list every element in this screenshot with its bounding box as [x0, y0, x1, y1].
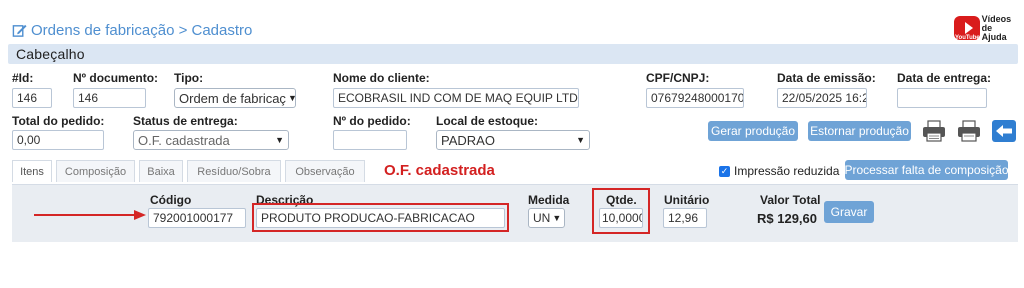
tab-write-off[interactable]: Baixa: [139, 160, 183, 182]
generate-production-button[interactable]: Gerar produção: [708, 121, 798, 141]
quantity-field[interactable]: 10,0000: [599, 208, 643, 228]
edit-icon: [12, 24, 27, 37]
total-value: R$ 129,60: [757, 211, 817, 226]
status-text: O.F. cadastrada: [384, 162, 495, 179]
back-arrow-icon[interactable]: [992, 120, 1016, 142]
client-name-field[interactable]: ECOBRASIL IND COM DE MAQ EQUIP LTDA: [333, 88, 579, 108]
section-title: Cabeçalho: [16, 46, 85, 62]
tab-observation[interactable]: Observação: [285, 160, 365, 182]
doc-number-field[interactable]: 146: [73, 88, 146, 108]
cpf-cnpj-field[interactable]: 07679248000170: [646, 88, 744, 108]
section-header-bar: [8, 44, 1018, 64]
tab-items[interactable]: Itens: [12, 160, 52, 182]
cpf-cnpj-label: CPF/CNPJ:: [646, 71, 710, 85]
unit-price-label: Unitário: [664, 193, 710, 207]
unit-price-field[interactable]: 12,96: [663, 208, 707, 228]
help-videos-label: Vídeos de Ajuda: [981, 13, 1012, 42]
unit-label: Medida: [528, 193, 570, 207]
order-total-label: Total do pedido:: [12, 114, 105, 128]
unit-select-value: UN: [533, 211, 551, 225]
print-reduced-icon[interactable]: [957, 120, 981, 142]
type-select[interactable]: Ordem de fabricaç ▼: [174, 88, 296, 108]
total-value-label: Valor Total: [760, 193, 821, 207]
stock-location-value: PADRAO: [441, 132, 495, 148]
type-select-value: Ordem de fabricaç: [179, 90, 286, 106]
type-label: Tipo:: [174, 71, 204, 85]
tab-composition[interactable]: Composição: [56, 160, 135, 182]
doc-number-label: Nº documento:: [73, 71, 159, 85]
client-name-label: Nome do cliente:: [333, 71, 430, 85]
code-label: Código: [150, 193, 192, 207]
reverse-production-button[interactable]: Estornar produção: [808, 121, 911, 141]
delivery-date-field[interactable]: [897, 88, 987, 108]
help-videos-link[interactable]: YouTube Vídeos de Ajuda: [954, 14, 1016, 42]
chevron-down-icon: ▼: [275, 135, 284, 145]
tab-residue[interactable]: Resíduo/Sobra: [187, 160, 281, 182]
reduced-print-label: Impressão reduzida: [734, 164, 840, 178]
breadcrumb-text[interactable]: Ordens de fabricação > Cadastro: [31, 22, 252, 39]
save-button[interactable]: Gravar: [824, 201, 874, 223]
unit-select[interactable]: UN ▼: [528, 208, 565, 228]
id-field[interactable]: 146: [12, 88, 52, 108]
print-icon[interactable]: [922, 120, 946, 142]
youtube-icon: YouTube: [954, 16, 980, 41]
code-field[interactable]: 792001000177: [148, 208, 246, 228]
delivery-status-label: Status de entrega:: [133, 114, 238, 128]
annotation-arrow-icon: [34, 210, 146, 220]
stock-location-select[interactable]: PADRAO ▼: [436, 130, 590, 150]
checkbox-checked-icon: ✓: [719, 165, 730, 177]
issue-date-field[interactable]: 22/05/2025 16:2: [777, 88, 867, 108]
id-label: #Id:: [12, 71, 34, 85]
delivery-status-select[interactable]: O.F. cadastrada ▼: [133, 130, 289, 150]
issue-date-label: Data de emissão:: [777, 71, 876, 85]
order-total-field[interactable]: 0,00: [12, 130, 104, 150]
order-number-field[interactable]: [333, 130, 407, 150]
stock-location-label: Local de estoque:: [436, 114, 539, 128]
breadcrumb: Ordens de fabricação > Cadastro: [12, 22, 252, 39]
chevron-down-icon: ▼: [287, 93, 296, 103]
delivery-status-value: O.F. cadastrada: [138, 132, 230, 148]
delivery-date-label: Data de entrega:: [897, 71, 992, 85]
chevron-down-icon: ▼: [552, 213, 562, 223]
description-field[interactable]: PRODUTO PRODUCAO-FABRICACAO: [256, 208, 505, 228]
reduced-print-checkbox[interactable]: ✓ Impressão reduzida: [719, 164, 839, 178]
chevron-down-icon: ▼: [576, 135, 585, 145]
process-shortage-button[interactable]: Processar falta de composição: [844, 160, 1009, 180]
order-number-label: Nº do pedido:: [333, 114, 411, 128]
